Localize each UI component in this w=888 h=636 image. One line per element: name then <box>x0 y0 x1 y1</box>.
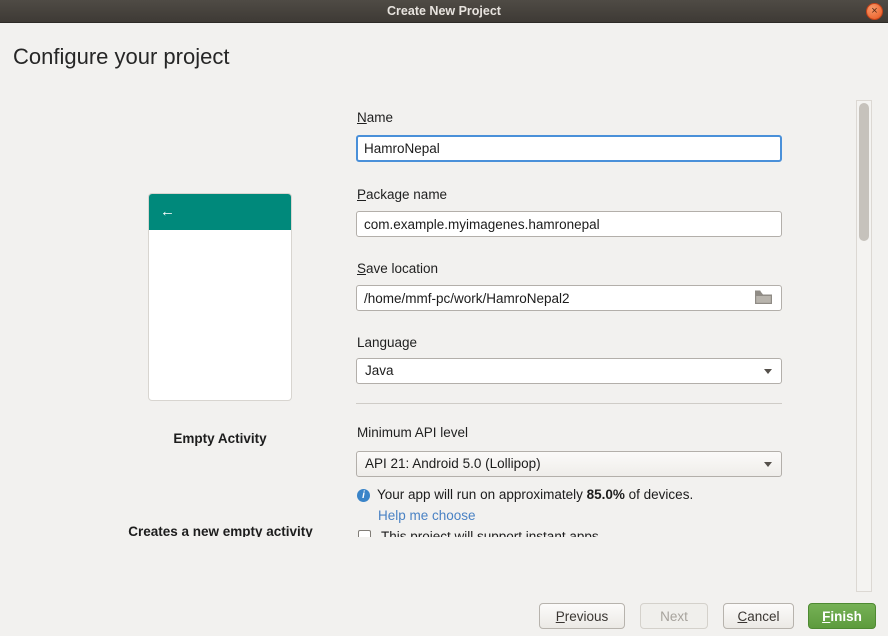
help-me-choose-link[interactable]: Help me choose <box>378 508 476 523</box>
finish-button[interactable]: Finish <box>808 603 876 629</box>
chevron-down-icon <box>764 369 772 374</box>
cancel-rest: ancel <box>747 609 779 624</box>
finish-rest: inish <box>830 609 862 624</box>
cancel-mnemonic: C <box>737 609 747 624</box>
minimum-api-label: Minimum API level <box>357 425 468 440</box>
template-description: Creates a new empty activity <box>103 524 338 537</box>
name-label-rest: ame <box>367 110 393 125</box>
page-title: Configure your project <box>13 44 229 70</box>
instant-app-checkbox[interactable] <box>358 530 371 537</box>
template-name: Empty Activity <box>148 431 292 446</box>
titlebar[interactable]: Create New Project × <box>0 0 888 23</box>
minimum-api-select[interactable]: API 21: Android 5.0 (Lollipop) <box>356 451 782 477</box>
close-icon: × <box>871 5 877 17</box>
location-label-mnemonic: S <box>357 261 366 276</box>
name-label-mnemonic: N <box>357 110 367 125</box>
save-location-label: Save location <box>357 261 438 276</box>
api-info-percent: 85.0% <box>587 487 625 502</box>
api-info-prefix: Your app will run on approximately <box>377 487 587 502</box>
instant-app-label: This project will support instant apps <box>381 529 599 537</box>
previous-mnemonic: P <box>556 609 565 624</box>
save-location-input[interactable] <box>356 285 782 311</box>
language-select[interactable]: Java <box>356 358 782 384</box>
previous-rest: revious <box>565 609 609 624</box>
package-name-label: Package name <box>357 187 447 202</box>
previous-button[interactable]: Previous <box>539 603 625 629</box>
chevron-down-icon <box>764 462 772 467</box>
package-label-mnemonic: P <box>357 187 366 202</box>
window-title: Create New Project <box>387 4 501 18</box>
package-name-input[interactable] <box>356 211 782 237</box>
language-label: Language <box>357 335 417 350</box>
package-label-rest: ackage name <box>366 187 447 202</box>
scrollbar-thumb[interactable] <box>859 103 869 241</box>
location-label-rest: ave location <box>366 261 438 276</box>
folder-icon[interactable] <box>755 290 772 304</box>
next-button[interactable]: Next <box>640 603 708 629</box>
wizard-content: ← Empty Activity Creates a new empty act… <box>0 90 856 537</box>
close-button[interactable]: × <box>866 3 883 20</box>
template-preview-appbar: ← <box>149 194 291 230</box>
name-label: Name <box>357 110 393 125</box>
template-preview-card: ← <box>148 193 292 401</box>
cancel-button[interactable]: Cancel <box>723 603 794 629</box>
name-input[interactable] <box>356 135 782 162</box>
vertical-scrollbar[interactable] <box>856 100 872 592</box>
language-value: Java <box>365 359 394 383</box>
minimum-api-value: API 21: Android 5.0 (Lollipop) <box>365 452 541 476</box>
api-info-text: Your app will run on approximately 85.0%… <box>377 487 693 502</box>
info-icon: i <box>357 489 370 502</box>
api-info-suffix: of devices. <box>625 487 693 502</box>
back-arrow-icon: ← <box>160 194 175 230</box>
form-divider <box>356 403 782 404</box>
